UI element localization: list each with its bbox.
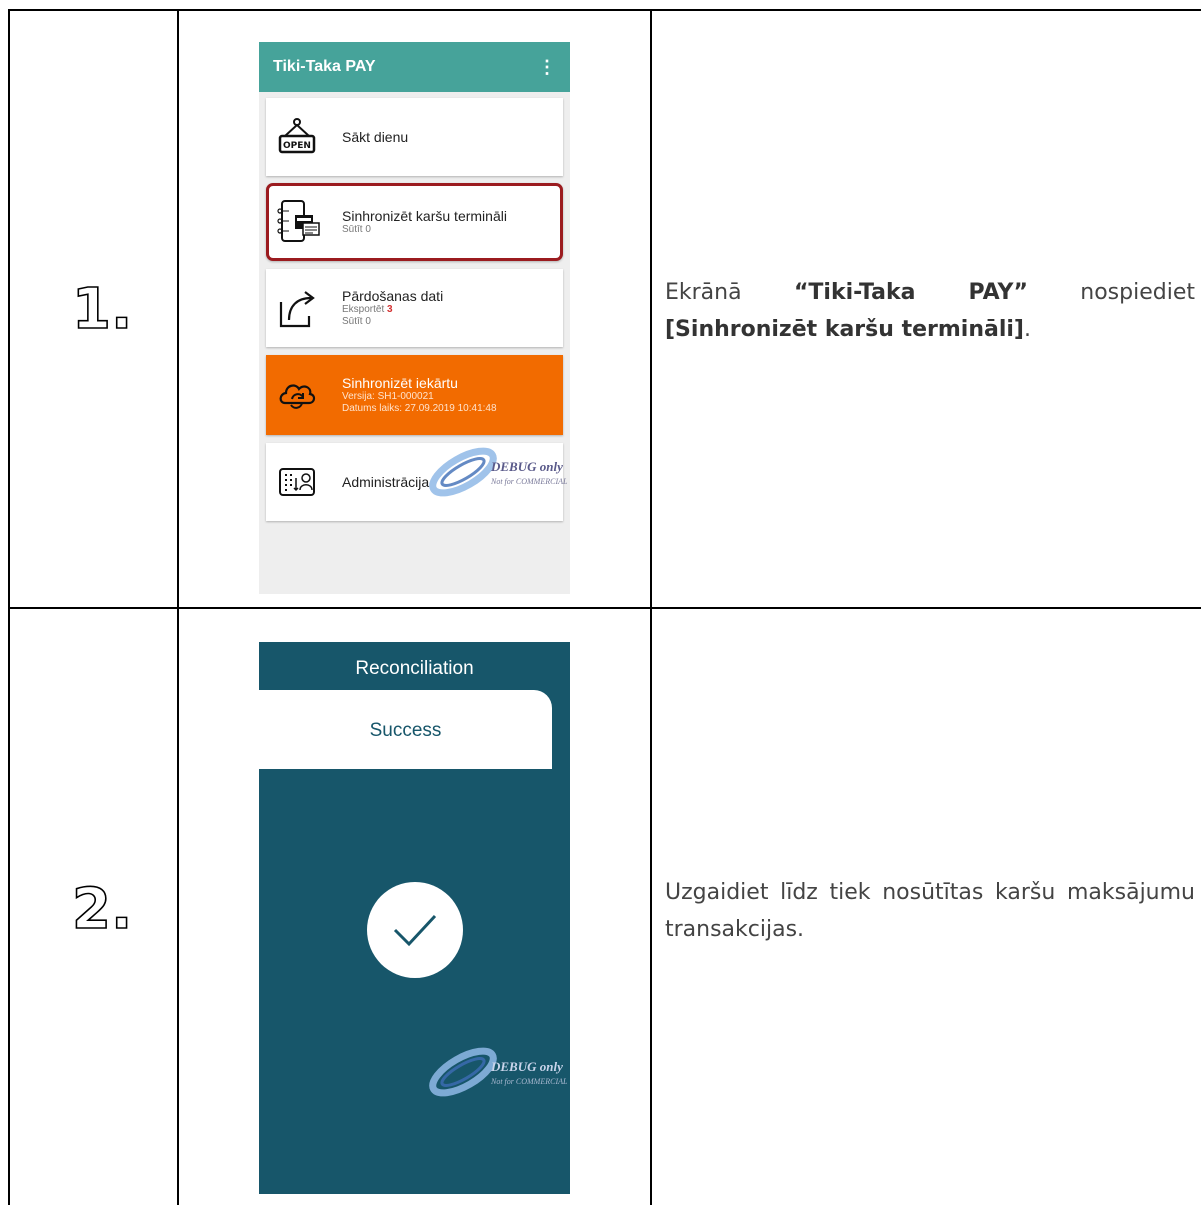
table-border-middle [8, 607, 1201, 609]
kebab-menu-icon[interactable]: ⋮ [538, 57, 556, 78]
debug-watermark: DEBUG only Not for COMMERCIAL [429, 442, 570, 502]
table-border-left [8, 9, 10, 1205]
instruction-table: 1. Tiki-Taka PAY ⋮ OPEN Sākt dienu Sinhr… [0, 0, 1201, 1205]
screen-title: Reconciliation [355, 658, 474, 679]
debug-watermark: DEBUG only Not for COMMERCIAL [429, 1042, 570, 1102]
menu-item-sync-device[interactable]: Sinhronizēt iekārtu Versija: SH1-000021 … [266, 355, 563, 435]
table-divider-2 [650, 9, 652, 1205]
app-bar: Tiki-Taka PAY ⋮ [259, 42, 570, 92]
menu-item-title: Sākt dienu [342, 129, 409, 145]
menu-item-sub: Versija: SH1-000021 [342, 391, 434, 402]
export-icon [274, 285, 320, 331]
svg-text:1.: 1. [72, 277, 132, 336]
menu-item-start-day[interactable]: OPEN Sākt dienu [266, 98, 563, 176]
reconciliation-screen: Reconciliation Success DEBUG only Not fo… [259, 642, 570, 1194]
status-text: Success [369, 720, 442, 741]
menu-item-sales-data[interactable]: Pārdošanas dati Eksportēt 3 Sūtīt 0 [266, 269, 563, 347]
svg-text:2.: 2. [72, 877, 132, 936]
table-border-top [8, 9, 1201, 11]
app-title: Tiki-Taka PAY [273, 58, 376, 75]
menu-item-sub: Sūtīt 0 [342, 224, 371, 235]
menu-item-title: Pārdošanas dati [342, 288, 444, 304]
status-panel: Success [259, 690, 552, 769]
menu-item-title: Sinhronizēt iekārtu [342, 375, 458, 391]
checkmark-icon [367, 882, 463, 978]
menu-item-title: Sinhronizēt karšu termināli [342, 208, 507, 224]
tiki-taka-screen: Tiki-Taka PAY ⋮ OPEN Sākt dienu Sinhroni… [259, 42, 570, 594]
menu-item-sub: Eksportēt 3 [342, 304, 393, 315]
step-description-2: Uzgaidiet līdz tiek nosūtītas karšu maks… [665, 880, 1195, 942]
menu-item-sub: Sūtīt 0 [342, 316, 371, 327]
step-number-2: 2. [70, 876, 142, 943]
step-number-1: 1. [70, 276, 142, 343]
cloud-sync-icon [274, 372, 320, 418]
menu-item-title: Administrācija [342, 474, 430, 490]
menu-item-sync-card-terminal[interactable]: Sinhronizēt karšu termināli Sūtīt 0 [266, 183, 563, 261]
menu-item-sub: Datums laiks: 27.09.2019 10:41:48 [342, 403, 497, 414]
card-terminal-sync-icon [277, 199, 323, 245]
open-sign-icon: OPEN [274, 114, 320, 160]
table-divider-1 [177, 9, 179, 1205]
admin-panel-icon [274, 459, 320, 505]
svg-text:OPEN: OPEN [283, 141, 311, 151]
step-description-1: Ekrānā “Tiki-Taka PAY” nospiediet [Sinhr… [665, 280, 1195, 342]
